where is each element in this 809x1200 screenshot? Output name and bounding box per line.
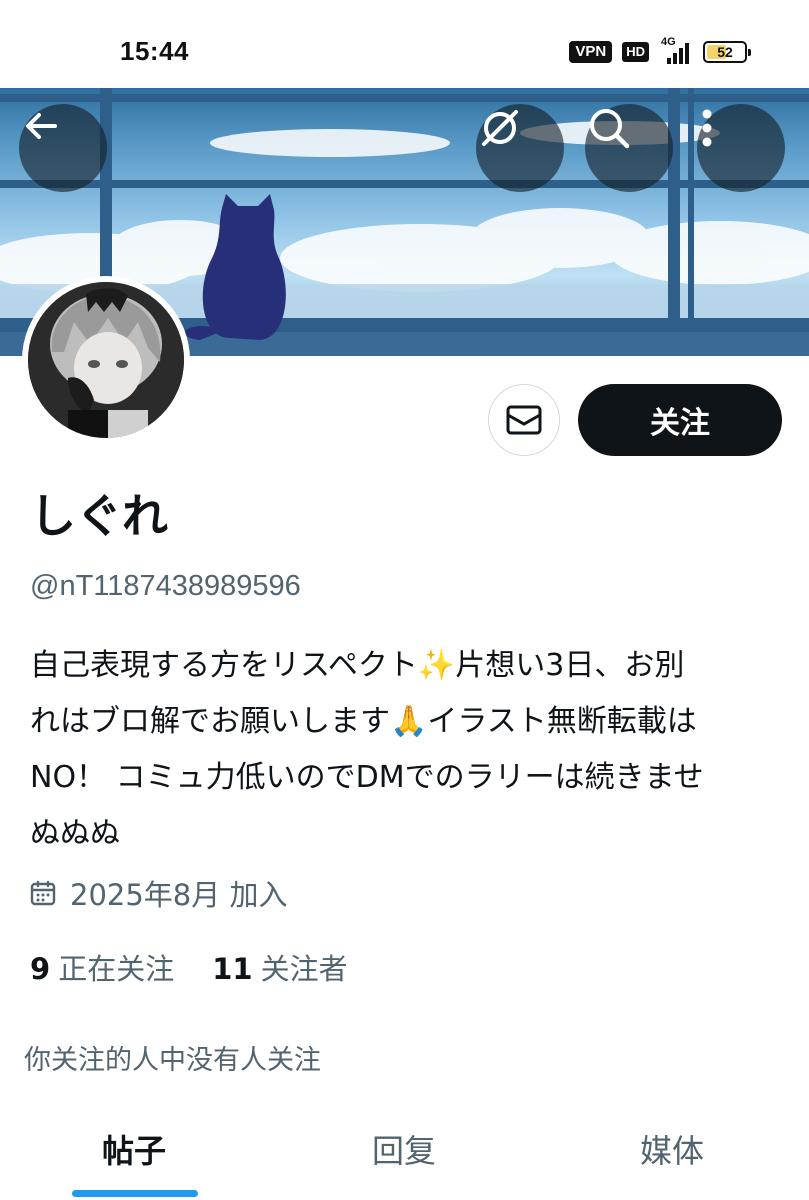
message-button[interactable] (488, 384, 560, 456)
status-time: 15:44 (120, 36, 189, 66)
back-arrow-icon (26, 113, 57, 139)
followers-link[interactable]: 11 关注者 (212, 946, 347, 988)
bio-line: NO！ コミュ力低いのでDMでのラリーは続きませ (30, 760, 704, 795)
followers-count: 11 (212, 952, 253, 986)
join-date: 2025年8月 加入 (30, 872, 287, 914)
more-button[interactable] (697, 104, 785, 192)
battery-icon: 52 (703, 41, 751, 63)
grok-icon (482, 110, 518, 146)
follow-button[interactable]: 关注 (578, 384, 782, 456)
battery-level: 52 (717, 44, 733, 60)
back-button[interactable] (19, 104, 107, 192)
tab-replies[interactable]: 回复 (372, 1126, 436, 1172)
mail-icon (506, 405, 542, 435)
bio-line: 自己表現する方をリスペクト✨片想い3日、お別 (30, 648, 685, 683)
profile-tabs: 帖子 回复 媒体 (0, 1110, 809, 1200)
tab-posts[interactable]: 帖子 (102, 1126, 166, 1172)
more-vertical-icon (702, 109, 712, 147)
status-indicators: VPN HD 4G 52 (569, 36, 751, 64)
bio-line: ぬぬぬ (30, 816, 120, 851)
avatar[interactable] (22, 276, 190, 444)
search-button[interactable] (585, 104, 673, 192)
bio-line: れはブロ解でお願いします🙏イラスト無断転載は (30, 704, 697, 739)
follow-stats: 9 正在关注 11 关注者 (30, 946, 348, 988)
calendar-icon (30, 880, 56, 906)
following-link[interactable]: 9 正在关注 (30, 946, 174, 988)
display-name: しぐれ (30, 489, 168, 543)
vpn-badge: VPN (569, 41, 613, 63)
join-date-text: 2025年8月 加入 (70, 878, 288, 912)
followed-by-text: 你关注的人中没有人关注 (24, 1045, 321, 1076)
following-count: 9 (30, 952, 51, 986)
followers-label: 关注者 (260, 952, 348, 986)
avatar-image (28, 282, 184, 438)
following-label: 正在关注 (58, 952, 175, 986)
bio: 自己表現する方をリスペクト✨片想い3日、お別 れはブロ解でお願いします🙏イラスト… (30, 638, 790, 862)
signal-icon: 4G (659, 36, 693, 64)
status-bar: 15:44 VPN HD 4G 52 (0, 0, 809, 88)
search-icon (590, 109, 630, 149)
tab-media[interactable]: 媒体 (640, 1126, 704, 1172)
user-handle: @nT1187438989596 (30, 570, 301, 602)
hd-badge: HD (622, 42, 649, 62)
active-tab-indicator (72, 1190, 198, 1197)
grok-button[interactable] (476, 104, 564, 192)
